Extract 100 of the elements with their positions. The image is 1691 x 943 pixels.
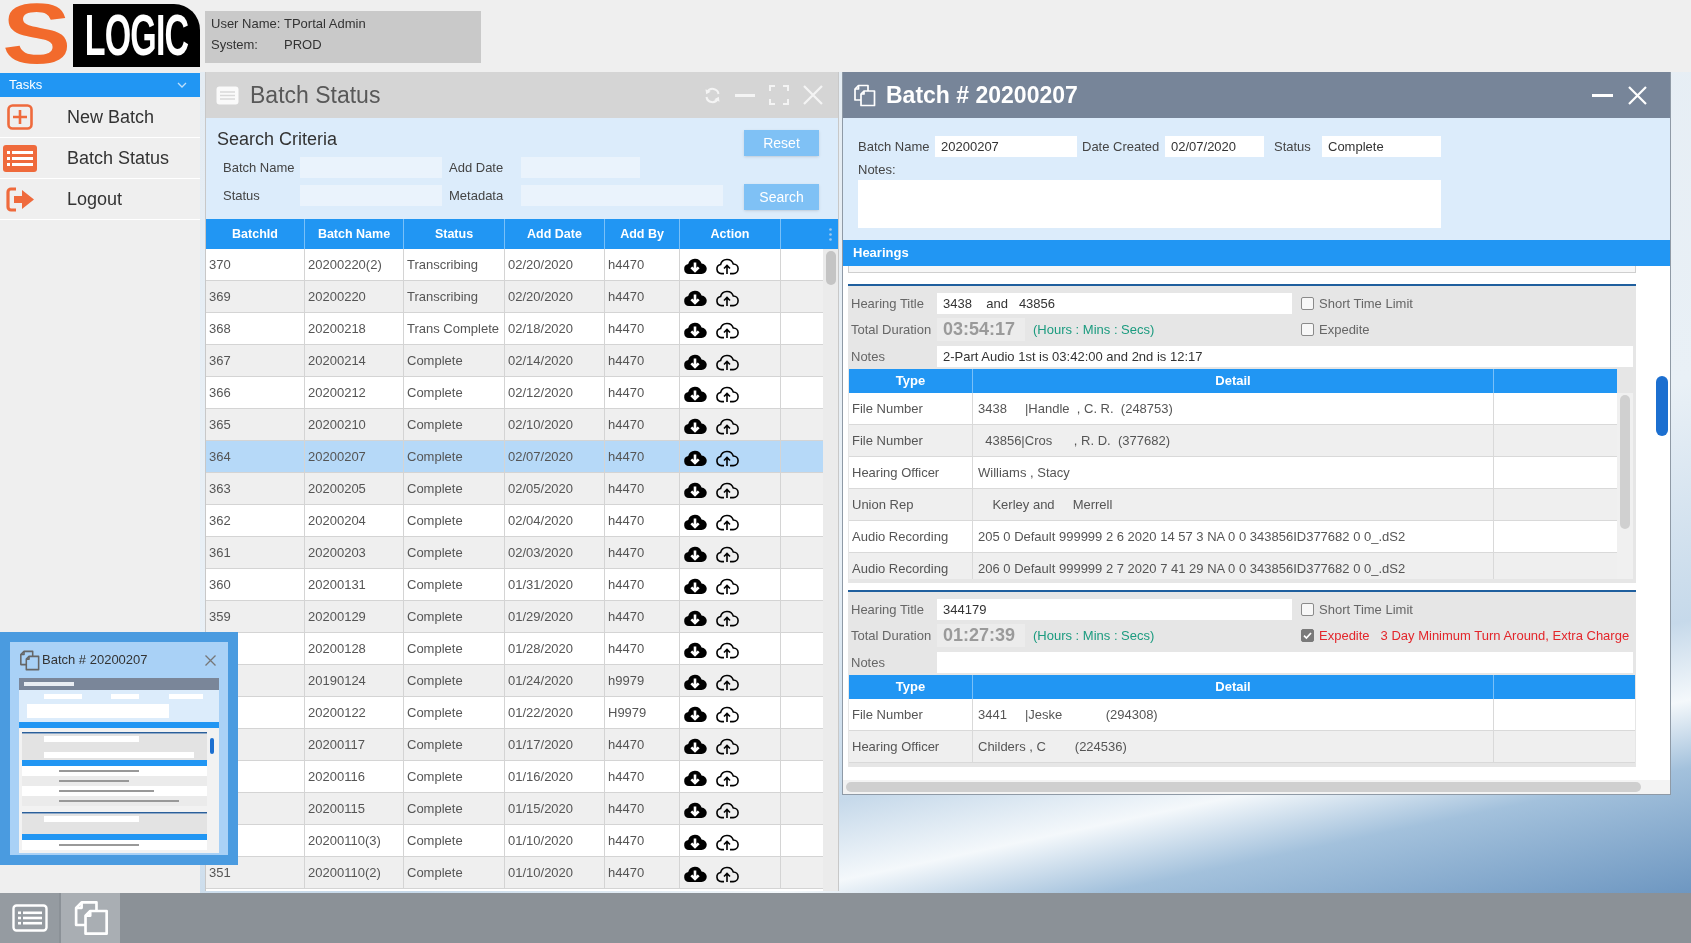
list-icon [216,85,239,105]
scrollbar-track[interactable] [843,780,1670,794]
table-cell: 20190124 [305,665,404,696]
table-cell: 3438 |Handle , C. R. (248753) [973,393,1494,424]
table-cell: Complete [404,793,505,824]
table-cell: 20200115 [305,793,404,824]
table-cell: Complete [404,377,505,408]
table-row[interactable]: 363 20200205 Complete 02/05/2020 h4470 [206,473,823,505]
table-row[interactable]: 361 20200203 Complete 02/03/2020 h4470 [206,537,823,569]
table-cell: 01/28/2020 [505,633,605,664]
table-cell: 20200131 [305,569,404,600]
input-field[interactable] [937,652,1633,673]
section-heading: Search Criteria [217,128,338,150]
table-cell: Hearing Officer [849,457,973,488]
table-row[interactable]: 360 20200131 Complete 01/31/2020 h4470 [206,569,823,601]
table-cell: 20200128 [305,633,404,664]
table-row[interactable]: 367 20200214 Complete 02/14/2020 h4470 [206,345,823,377]
table-cell: 02/18/2020 [505,313,605,344]
table-row[interactable]: 364 20200207 Complete 02/07/2020 h4470 [206,441,823,473]
duration-field: 03:54:17 [937,318,1025,341]
input-field[interactable]: 2-Part Audio 1st is 03:42:00 and 2nd is 12:17 [937,346,1633,367]
field-label: Notes [850,347,886,366]
field-label: Status [1274,137,1312,156]
table-cell: 02/10/2020 [505,409,605,440]
option-label[interactable]: Expedite [1319,625,1370,646]
table-row[interactable]: 370 20200220(2) Transcribing 02/20/2020 h4470 [206,249,823,281]
option-label[interactable]: Short Time Limit [1319,599,1413,620]
input-field[interactable]: Complete [1322,136,1441,157]
scrollbar-thumb[interactable] [1656,376,1668,436]
field-label: Hearing Title [850,600,925,619]
table-cell: 20200214 [305,345,404,376]
table-row[interactable]: 351 20200110(2) Complete 01/10/2020 h4470 [206,857,823,889]
option-label[interactable]: Expedite [1319,319,1370,340]
table-row[interactable]: 365 20200210 Complete 02/10/2020 h4470 [206,409,823,441]
table-cell: 368 [206,313,305,344]
window-title: Batch Status [250,80,381,110]
logo-letter: S [2,0,71,67]
table-cell: Complete [404,761,505,792]
sidebar-item[interactable]: Logout [0,179,200,220]
close-icon[interactable] [205,654,216,666]
table-cell: h4470 [605,633,680,664]
sidebar-item[interactable]: Batch Status [0,138,200,179]
table-cell: h9979 [605,665,680,696]
checkbox[interactable] [1301,323,1314,336]
table-cell: File Number [849,699,973,730]
table-cell: Complete [404,633,505,664]
table-cell: Williams , Stacy [973,457,1494,488]
table-cell: File Number [849,425,973,456]
scrollbar-thumb[interactable] [825,251,836,285]
table-cell: Union Rep [849,489,973,520]
field-label: Date Created [1082,137,1161,156]
scrollbar-track[interactable] [1617,393,1633,579]
scrollbar-thumb[interactable] [846,782,1641,792]
option-note: 3 Day Minimum Turn Around, Extra Charge [1380,626,1630,645]
table-row[interactable]: 369 20200220 Transcribing 02/20/2020 h4470 [206,281,823,313]
table-cell: Complete [404,505,505,536]
table-cell: h4470 [605,377,680,408]
sidebar-item[interactable]: New Batch [0,97,200,138]
input-field[interactable]: 20200207 [935,136,1077,157]
checkbox[interactable] [1301,297,1314,310]
notes-field[interactable] [858,180,1441,228]
field-label: Metadata [449,186,505,205]
table-cell: 01/10/2020 [505,857,605,888]
list-icon [3,144,37,172]
table-row[interactable]: 362 20200204 Complete 02/04/2020 h4470 [206,505,823,537]
window-preview-tooltip[interactable]: Batch # 20200207 [0,632,238,865]
table-cell: Childers , C (224536) [973,731,1494,762]
table-cell: 02/20/2020 [505,281,605,312]
minimize-icon[interactable] [1592,93,1613,97]
table-cell: 3441 |Jeske (294308) [973,699,1494,730]
section-bar: Hearings [843,240,1670,266]
table-cell: 20200129 [305,601,404,632]
copy-icon [19,649,40,671]
taskbar-button[interactable] [0,893,59,943]
input-field[interactable]: 02/07/2020 [1165,136,1264,157]
info-label: User Name: [211,14,281,33]
input-field[interactable]: 344179 [937,599,1292,620]
option-label[interactable]: Short Time Limit [1319,293,1413,314]
table-row[interactable]: 359 20200129 Complete 01/29/2020 h4470 [206,601,823,633]
table-cell: Kerley and Merrell [973,489,1494,520]
table-cell: 205 0 Default 999999 2 6 2020 14 57 3 NA 0 0 343856ID377682 0 0_.dS2 [973,521,1494,552]
table-cell: h4470 [605,249,680,280]
table-cell: 20200220(2) [305,249,404,280]
table-cell: h4470 [605,473,680,504]
table-cell: Complete [404,569,505,600]
field-label: Status [222,186,261,205]
table-cell: h4470 [605,281,680,312]
checkbox[interactable] [1301,603,1314,616]
table-cell: Audio Recording [849,553,973,579]
table-cell: 01/17/2020 [505,729,605,760]
table-cell: 370 [206,249,305,280]
table-cell: Complete [404,409,505,440]
table-row[interactable]: 368 20200218 Trans Complete 02/18/2020 h4470 [206,313,823,345]
scrollbar-thumb[interactable] [1620,395,1630,529]
table-cell: H9979 [605,697,680,728]
input-field[interactable]: 3438 and 43856 [937,293,1292,314]
table-cell: 20200116 [305,761,404,792]
table-cell: Hearing Officer [849,731,973,762]
table-row[interactable]: 366 20200212 Complete 02/12/2020 h4470 [206,377,823,409]
checkbox[interactable] [1301,629,1314,642]
